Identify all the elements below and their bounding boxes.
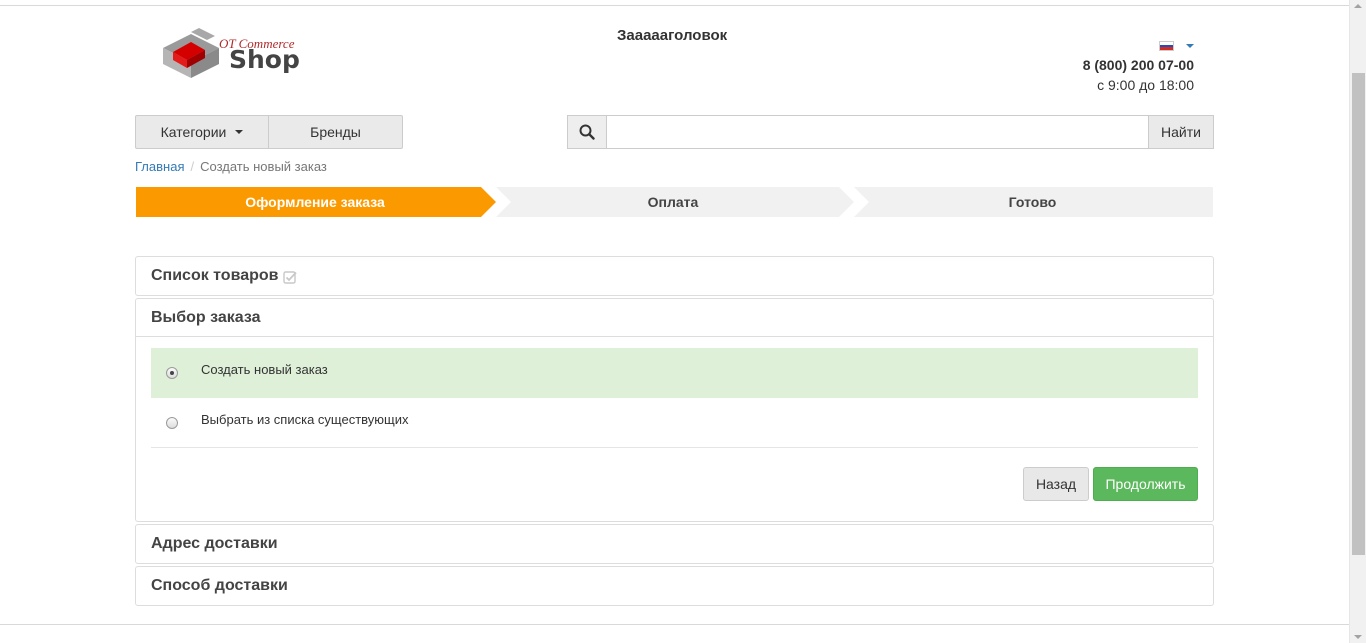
back-button-label: Назад (1035, 476, 1077, 492)
vertical-scrollbar[interactable] (1349, 0, 1366, 643)
window-top-edge (0, 0, 1366, 6)
delivery-method-panel[interactable]: Способ доставки (135, 566, 1214, 606)
scroll-up-arrow-icon[interactable] (1354, 4, 1362, 8)
items-list-title: Список товаров (151, 267, 279, 284)
search-button-label: Найти (1161, 124, 1201, 140)
brands-button[interactable]: Бренды (269, 115, 403, 149)
step-payment: Оплата (647, 194, 699, 210)
delivery-address-panel[interactable]: Адрес доставки (135, 524, 1214, 564)
search-icon (579, 124, 595, 140)
checkout-steps: Оформление заказа Оплата Готово (136, 187, 1213, 217)
back-button[interactable]: Назад (1023, 467, 1089, 501)
language-switcher[interactable] (1159, 40, 1199, 52)
order-choice-panel: Выбор заказа Создать новый заказ Выбрать… (135, 298, 1214, 522)
categories-dropdown-button[interactable]: Категории (135, 115, 269, 149)
continue-button-label: Продолжить (1105, 476, 1186, 492)
radio-choose-existing[interactable] (166, 416, 178, 429)
catalog-nav: Категории Бренды (135, 115, 403, 149)
items-list-header[interactable]: Список товаров (136, 257, 1213, 295)
option-create-new-label: Создать новый заказ (201, 362, 328, 377)
breadcrumb-current: Создать новый заказ (200, 159, 327, 174)
delivery-method-title: Способ доставки (151, 577, 288, 594)
breadcrumb: Главная / Создать новый заказ (135, 159, 327, 174)
option-choose-existing[interactable]: Выбрать из списка существующих (151, 398, 1198, 448)
phone-number: 8 (800) 200 07-00 (1082, 57, 1194, 73)
logo[interactable]: OT Commerce Shop (155, 28, 325, 80)
radio-create-new[interactable] (166, 367, 178, 379)
option-create-new-order[interactable]: Создать новый заказ (151, 348, 1198, 398)
step-checkout: Оформление заказа (245, 194, 385, 210)
check-square-icon (283, 270, 298, 284)
search-input[interactable] (607, 115, 1148, 149)
step-done: Готово (1008, 194, 1057, 210)
search-button[interactable]: Найти (1148, 115, 1214, 149)
chevron-down-icon (1186, 44, 1194, 48)
working-hours: с 9:00 до 18:00 (1097, 77, 1194, 93)
delivery-address-header[interactable]: Адрес доставки (136, 525, 1213, 563)
search-bar: Найти (567, 115, 1214, 149)
breadcrumb-separator: / (190, 159, 195, 174)
breadcrumb-home-link[interactable]: Главная (135, 159, 184, 174)
option-choose-existing-label: Выбрать из списка существующих (201, 412, 409, 427)
delivery-method-header[interactable]: Способ доставки (136, 567, 1213, 605)
site-title: Заааааголовок (617, 27, 728, 44)
order-choice-title: Выбор заказа (151, 308, 261, 326)
continue-button[interactable]: Продолжить (1093, 467, 1198, 501)
scrollbar-thumb[interactable] (1352, 73, 1365, 555)
logo-main-text: Shop (229, 45, 300, 74)
items-list-panel[interactable]: Список товаров (135, 256, 1214, 296)
caret-down-icon (235, 130, 244, 134)
brands-label: Бренды (310, 124, 361, 140)
categories-label: Категории (160, 124, 227, 140)
order-choice-header[interactable]: Выбор заказа (136, 299, 1213, 337)
search-icon-addon (567, 115, 607, 149)
scroll-down-arrow-icon[interactable] (1354, 635, 1362, 639)
delivery-address-title: Адрес доставки (151, 535, 278, 552)
footer-divider (0, 624, 1349, 625)
russia-flag-icon (1159, 41, 1174, 51)
logo-box-icon (163, 28, 219, 78)
